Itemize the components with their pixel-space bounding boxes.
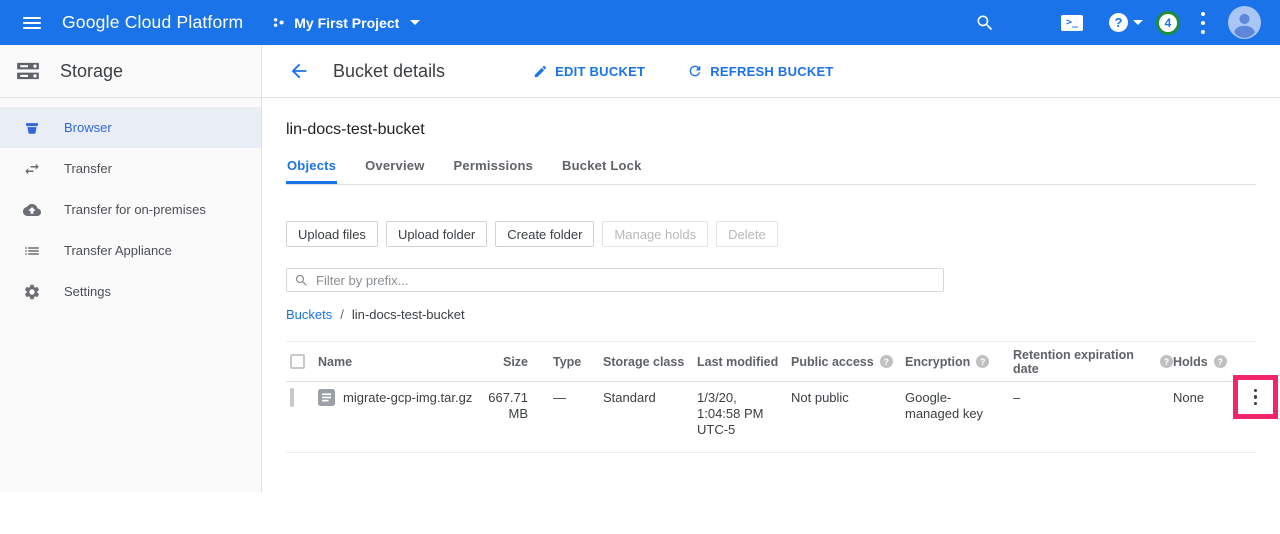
object-last-modified: 1/3/20, 1:04:58 PM UTC-5	[697, 390, 791, 438]
object-retention: –	[1013, 390, 1173, 406]
sidebar-item-transfer-appliance[interactable]: Transfer Appliance	[0, 230, 261, 271]
object-type: —	[528, 390, 603, 406]
refresh-icon	[687, 63, 703, 79]
search-icon	[294, 273, 309, 288]
back-arrow-icon[interactable]	[288, 60, 310, 82]
object-holds: None	[1173, 390, 1233, 406]
column-header-name[interactable]: Name	[318, 355, 478, 369]
sidebar-item-label: Transfer for on-premises	[64, 202, 206, 217]
tab-objects[interactable]: Objects	[286, 149, 337, 184]
tab-bar: Objects Overview Permissions Bucket Lock	[286, 149, 1256, 185]
select-all-checkbox[interactable]	[290, 354, 305, 369]
tab-overview[interactable]: Overview	[364, 149, 425, 184]
column-header-holds[interactable]: Holds ?	[1173, 355, 1233, 369]
object-size: 667.71 MB	[478, 390, 528, 422]
delete-button: Delete	[716, 221, 778, 247]
sidebar-item-transfer[interactable]: Transfer	[0, 148, 261, 189]
swap-arrows-icon	[23, 160, 41, 178]
search-icon[interactable]	[975, 13, 995, 33]
chevron-down-icon	[410, 20, 420, 25]
table-row: migrate-gcp-img.tar.gz 667.71 MB — Stand…	[286, 382, 1256, 453]
project-name: My First Project	[294, 15, 399, 31]
sidebar-item-label: Transfer Appliance	[64, 243, 172, 258]
sidebar-nav: Browser Transfer Transfer for on-premise…	[0, 98, 261, 312]
help-icon[interactable]: ?	[1160, 355, 1173, 368]
help-icon[interactable]: ?	[976, 355, 989, 368]
upload-folder-button[interactable]: Upload folder	[386, 221, 487, 247]
tab-bucket-lock[interactable]: Bucket Lock	[561, 149, 643, 184]
objects-table: Name Size Type Storage class Last modifi…	[286, 342, 1256, 453]
chevron-down-icon	[1133, 20, 1143, 25]
row-more-options-icon[interactable]	[1254, 388, 1258, 407]
row-checkbox[interactable]	[290, 388, 294, 407]
column-header-type[interactable]: Type	[528, 355, 603, 369]
breadcrumb-current: lin-docs-test-bucket	[352, 307, 465, 322]
bucket-icon	[23, 119, 41, 137]
filter-input[interactable]	[316, 273, 936, 288]
sidebar-item-label: Browser	[64, 120, 112, 135]
column-header-size[interactable]: Size	[478, 355, 528, 369]
help-menu[interactable]: ?	[1109, 13, 1143, 32]
column-header-last-modified[interactable]: Last modified	[697, 355, 791, 369]
sidebar-item-settings[interactable]: Settings	[0, 271, 261, 312]
cloud-shell-icon[interactable]: >_	[1061, 15, 1083, 31]
object-public-access: Not public	[791, 390, 905, 406]
storage-product-icon	[13, 56, 43, 86]
bucket-name-heading: lin-docs-test-bucket	[286, 98, 1256, 139]
project-selector[interactable]: My First Project	[270, 14, 420, 31]
table-header-row: Name Size Type Storage class Last modifi…	[286, 342, 1256, 382]
top-navigation-bar: Google Cloud Platform My First Project >…	[0, 0, 1280, 45]
page-title: Bucket details	[333, 61, 445, 82]
edit-bucket-button[interactable]: EDIT BUCKET	[533, 64, 645, 79]
filter-by-prefix-field[interactable]	[286, 268, 944, 292]
refresh-bucket-button[interactable]: REFRESH BUCKET	[687, 63, 833, 79]
highlight-annotation	[1233, 375, 1278, 419]
help-icon: ?	[1109, 13, 1128, 32]
breadcrumb-buckets-link[interactable]: Buckets	[286, 307, 332, 322]
object-name-cell: migrate-gcp-img.tar.gz	[318, 390, 478, 406]
gear-icon	[23, 283, 41, 301]
main-panel: Bucket details EDIT BUCKET REFRESH BUCKE…	[262, 45, 1280, 492]
column-header-encryption[interactable]: Encryption ?	[905, 355, 1013, 369]
pencil-icon	[533, 64, 548, 79]
sidebar: Storage Browser Transfer Transfer for on…	[0, 45, 262, 492]
manage-holds-button: Manage holds	[602, 221, 708, 247]
tab-permissions[interactable]: Permissions	[453, 149, 535, 184]
sidebar-header: Storage	[0, 45, 261, 98]
project-icon	[270, 14, 287, 31]
breadcrumb-separator: /	[340, 307, 344, 322]
object-name-link[interactable]: migrate-gcp-img.tar.gz	[343, 390, 472, 406]
more-options-icon[interactable]	[1201, 9, 1205, 36]
sidebar-title: Storage	[60, 61, 123, 82]
menu-icon[interactable]	[23, 14, 41, 32]
create-folder-button[interactable]: Create folder	[495, 221, 594, 247]
column-header-public-access[interactable]: Public access ?	[791, 355, 905, 369]
notifications-badge[interactable]: 4	[1156, 11, 1180, 35]
sidebar-item-label: Transfer	[64, 161, 112, 176]
help-icon[interactable]: ?	[880, 355, 893, 368]
object-encryption: Google- managed key	[905, 390, 1013, 422]
sidebar-item-browser[interactable]: Browser	[0, 107, 261, 148]
list-lines-icon	[23, 242, 41, 260]
avatar[interactable]	[1228, 6, 1261, 39]
product-logo[interactable]: Google Cloud Platform	[62, 12, 243, 33]
sidebar-item-label: Settings	[64, 284, 111, 299]
help-icon[interactable]: ?	[1214, 355, 1227, 368]
object-storage-class: Standard	[603, 390, 697, 406]
breadcrumb: Buckets / lin-docs-test-bucket	[286, 307, 1256, 322]
object-actions-toolbar: Upload files Upload folder Create folder…	[286, 221, 1256, 247]
column-header-retention[interactable]: Retention expiration date ?	[1013, 348, 1173, 376]
column-header-storage-class[interactable]: Storage class	[603, 355, 697, 369]
file-icon	[318, 389, 335, 406]
page-header: Bucket details EDIT BUCKET REFRESH BUCKE…	[262, 45, 1280, 98]
sidebar-item-transfer-on-premises[interactable]: Transfer for on-premises	[0, 189, 261, 230]
upload-files-button[interactable]: Upload files	[286, 221, 378, 247]
cloud-upload-icon	[23, 201, 41, 219]
